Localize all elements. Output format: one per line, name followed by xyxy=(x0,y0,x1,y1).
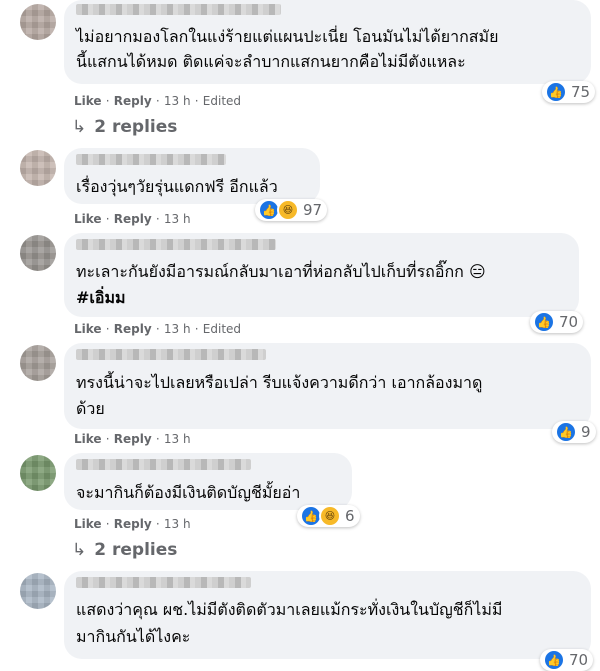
like-reaction-icon: 👍 xyxy=(555,421,577,443)
comment-text-line: ด้วย xyxy=(76,399,105,418)
avatar[interactable] xyxy=(20,455,56,491)
author-name-redacted[interactable] xyxy=(76,4,281,15)
haha-reaction-icon: 😆 xyxy=(319,505,341,527)
reaction-summary[interactable]: 👍 75 xyxy=(542,81,596,103)
comment-bubble: แสดงว่าคุณ ผช.ไม่มีตังติดตัวมาเลยแม้กระท… xyxy=(64,571,591,659)
comment-text-line: นี้แสกนได้หมด ติดแค่จะลำบากแสกนยากคือไม่… xyxy=(76,52,466,71)
avatar[interactable] xyxy=(20,573,56,609)
author-name-redacted[interactable] xyxy=(76,154,226,165)
like-link[interactable]: Like xyxy=(74,322,102,336)
comment-actions: Like · Reply · 13 h · Edited xyxy=(74,94,242,108)
like-reaction-icon: 👍 xyxy=(543,649,565,671)
author-name-redacted[interactable] xyxy=(76,577,251,588)
reaction-count: 9 xyxy=(581,423,591,441)
comment-bubble: เรื่องวุ่นๆวัยรุ่นแดกฟรี อีกแล้ว xyxy=(64,148,320,204)
comment-bubble: ทะเลาะกันยังมีอารมณ์กลับมาเอาที่ห่อกลับไ… xyxy=(64,233,579,317)
like-reaction-icon: 👍 xyxy=(533,311,555,333)
reaction-summary[interactable]: 👍 70 xyxy=(540,649,594,671)
reaction-count: 97 xyxy=(303,201,323,219)
reaction-summary[interactable]: 👍 9 xyxy=(552,421,596,443)
author-name-redacted[interactable] xyxy=(76,349,266,360)
reply-link[interactable]: Reply xyxy=(114,94,152,108)
reply-link[interactable]: Reply xyxy=(114,432,152,446)
comment-text-line: มากินกันได้ไงคะ xyxy=(76,627,191,646)
comment-text-line: เรื่องวุ่นๆวัยรุ่นแดกฟรี อีกแล้ว xyxy=(76,177,278,196)
avatar[interactable] xyxy=(20,4,56,40)
timestamp[interactable]: 13 h xyxy=(164,432,191,446)
view-replies-link[interactable]: ↳ 2 replies xyxy=(72,540,177,560)
comment-actions: Like · Reply · 13 h xyxy=(74,212,191,226)
reaction-count: 6 xyxy=(345,507,355,525)
timestamp[interactable]: 13 h xyxy=(164,517,191,531)
timestamp[interactable]: 13 h xyxy=(164,94,191,108)
like-link[interactable]: Like xyxy=(74,94,102,108)
haha-reaction-icon: 😆 xyxy=(277,199,299,221)
like-link[interactable]: Like xyxy=(74,517,102,531)
like-link[interactable]: Like xyxy=(74,212,102,226)
author-name-redacted[interactable] xyxy=(76,459,251,470)
reply-arrow-icon: ↳ xyxy=(72,117,87,137)
reaction-count: 70 xyxy=(569,651,589,669)
author-name-redacted[interactable] xyxy=(76,239,276,250)
reply-link[interactable]: Reply xyxy=(114,212,152,226)
timestamp[interactable]: 13 h xyxy=(164,212,191,226)
timestamp[interactable]: 13 h xyxy=(164,322,191,336)
like-reaction-icon: 👍 xyxy=(545,81,567,103)
comment-text-line: ทรงนี้น่าจะไปเลยหรือเปล่า รีบแจ้งความดีก… xyxy=(76,373,483,392)
reply-arrow-icon: ↳ xyxy=(72,540,87,560)
reaction-summary[interactable]: 👍 70 xyxy=(530,311,584,333)
comment-text-line: จะมากินก็ต้องมีเงินติดบัญชีมั้ยอ่า xyxy=(76,483,301,502)
edited-label: Edited xyxy=(202,322,242,336)
avatar[interactable] xyxy=(20,235,56,271)
comment-actions: Like · Reply · 13 h xyxy=(74,517,191,531)
reply-link[interactable]: Reply xyxy=(114,517,152,531)
reaction-count: 70 xyxy=(559,313,579,331)
comment-text-line: แสดงว่าคุณ ผช.ไม่มีตังติดตัวมาเลยแม้กระท… xyxy=(76,600,503,619)
reaction-summary[interactable]: 👍 😆 97 xyxy=(255,199,328,221)
view-replies-link[interactable]: ↳ 2 replies xyxy=(72,117,177,137)
avatar[interactable] xyxy=(20,345,56,381)
comment-bubble: ไม่อยากมองโลกในแง่ร้ายแต่แผนปะเนี่ย โอนม… xyxy=(64,0,591,84)
comment-actions: Like · Reply · 13 h xyxy=(74,432,191,446)
like-link[interactable]: Like xyxy=(74,432,102,446)
comment-bubble: จะมากินก็ต้องมีเงินติดบัญชีมั้ยอ่า xyxy=(64,453,352,510)
comment-bubble: ทรงนี้น่าจะไปเลยหรือเปล่า รีบแจ้งความดีก… xyxy=(64,343,591,429)
reply-link[interactable]: Reply xyxy=(114,322,152,336)
comment-text-line: ไม่อยากมองโลกในแง่ร้ายแต่แผนปะเนี่ย โอนม… xyxy=(76,27,499,46)
reaction-summary[interactable]: 👍 😆 6 xyxy=(297,505,360,527)
avatar[interactable] xyxy=(20,150,56,186)
comment-hashtag[interactable]: #เอิ่มม xyxy=(76,286,126,310)
reaction-count: 75 xyxy=(571,83,591,101)
comment-actions: Like · Reply · 13 h · Edited xyxy=(74,322,242,336)
edited-label: Edited xyxy=(202,94,242,108)
comment-text-line: ทะเลาะกันยังมีอารมณ์กลับมาเอาที่ห่อกลับไ… xyxy=(76,262,486,281)
